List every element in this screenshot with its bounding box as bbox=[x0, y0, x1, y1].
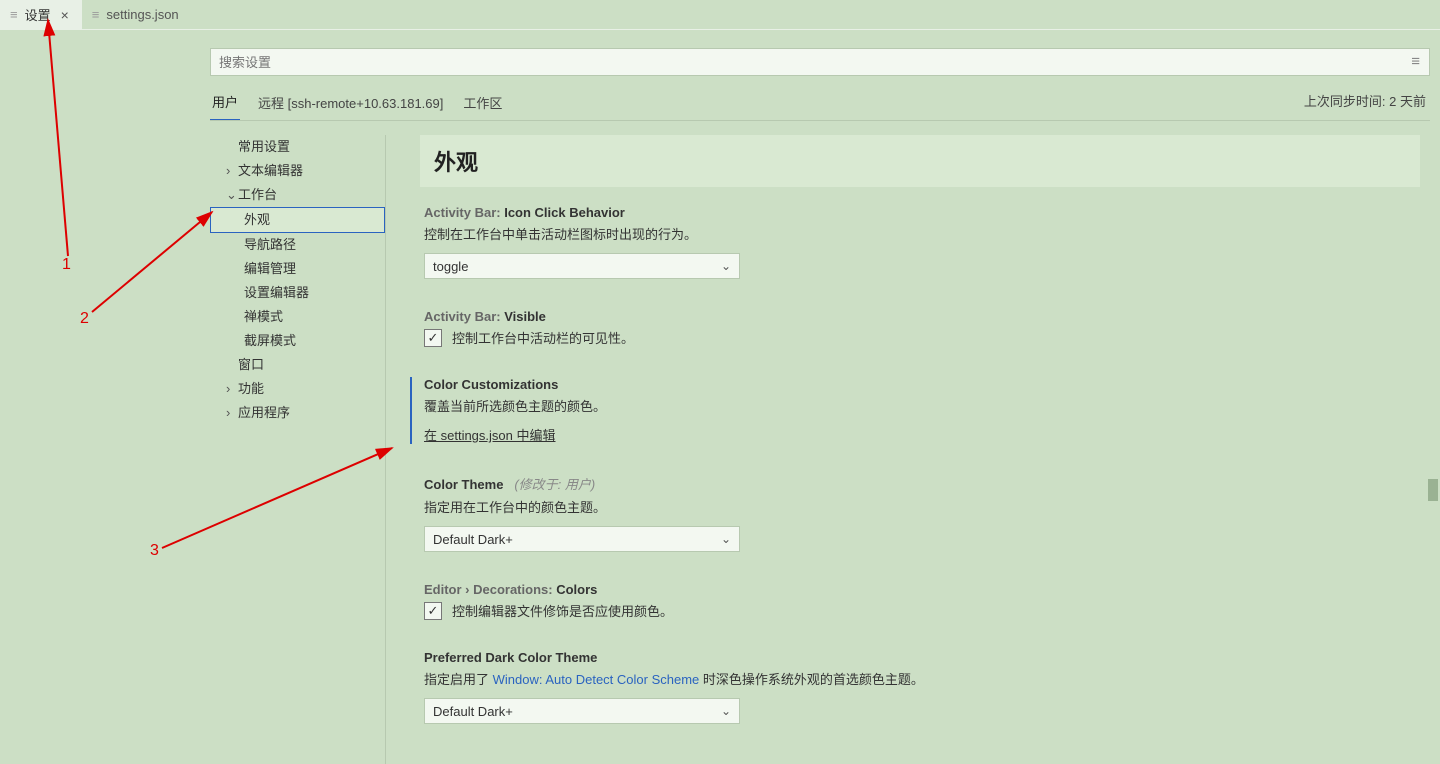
setting-desc: 覆盖当前所选颜色主题的颜色。 bbox=[424, 396, 1420, 415]
nav-workbench[interactable]: 工作台 bbox=[210, 183, 385, 207]
tab-bar: ≡ 设置 × ≡ settings.json bbox=[0, 0, 1440, 30]
setting-key: Color Theme bbox=[424, 477, 503, 492]
color-theme-select[interactable]: Default Dark+ ⌄ bbox=[424, 526, 740, 552]
annotation-label-2: 2 bbox=[80, 310, 89, 328]
edit-in-json-link[interactable]: 在 settings.json 中编辑 bbox=[424, 428, 556, 443]
setting-desc: 指定启用了 Window: Auto Detect Color Scheme 时… bbox=[424, 669, 1420, 688]
chevron-down-icon: ⌄ bbox=[721, 532, 731, 546]
scope-user[interactable]: 用户 bbox=[210, 88, 240, 120]
decorations-checkbox[interactable]: ✓ bbox=[424, 602, 442, 620]
setting-desc: 控制在工作台中单击活动栏图标时出现的行为。 bbox=[424, 224, 1420, 243]
scrollbar-thumb[interactable] bbox=[1428, 479, 1438, 501]
settings-nav: 常用设置 文本编辑器 工作台 外观 导航路径 编辑管理 设置编辑器 禅模式 截屏… bbox=[210, 135, 386, 764]
setting-preferred-dark-theme: Preferred Dark Color Theme 指定启用了 Window:… bbox=[420, 650, 1420, 724]
setting-desc: 控制工作台中活动栏的可见性。 bbox=[452, 328, 634, 347]
window-auto-detect-link[interactable]: Window: Auto Detect Color Scheme bbox=[493, 672, 700, 687]
icon-click-select[interactable]: toggle ⌄ bbox=[424, 253, 740, 279]
tab-settings-json[interactable]: ≡ settings.json bbox=[82, 0, 189, 29]
preferred-dark-theme-select[interactable]: Default Dark+ ⌄ bbox=[424, 698, 740, 724]
nav-appearance[interactable]: 外观 bbox=[210, 207, 385, 233]
select-value: Default Dark+ bbox=[433, 532, 513, 547]
setting-prefix: Activity Bar: bbox=[424, 205, 504, 220]
nav-zen[interactable]: 禅模式 bbox=[210, 305, 385, 329]
setting-desc: 控制编辑器文件修饰是否应使用颜色。 bbox=[452, 601, 673, 620]
visible-checkbox[interactable]: ✓ bbox=[424, 329, 442, 347]
setting-desc: 指定用在工作台中的颜色主题。 bbox=[424, 497, 1420, 516]
close-icon[interactable]: × bbox=[58, 7, 72, 23]
filter-icon[interactable]: ≡ bbox=[1411, 53, 1420, 70]
chevron-down-icon: ⌄ bbox=[721, 704, 731, 718]
search-input[interactable] bbox=[210, 48, 1430, 76]
setting-editor-decorations-colors: Editor › Decorations: Colors ✓ 控制编辑器文件修饰… bbox=[420, 582, 1420, 620]
tab-settings[interactable]: ≡ 设置 × bbox=[0, 0, 82, 29]
nav-editor-mgmt[interactable]: 编辑管理 bbox=[210, 257, 385, 281]
nav-applications[interactable]: 应用程序 bbox=[210, 401, 385, 425]
annotation-label-3: 3 bbox=[150, 542, 159, 560]
nav-window[interactable]: 窗口 bbox=[210, 353, 385, 377]
scope-remote[interactable]: 远程 [ssh-remote+10.63.181.69] bbox=[256, 89, 445, 120]
setting-activity-bar-visible: Activity Bar: Visible ✓ 控制工作台中活动栏的可见性。 bbox=[420, 309, 1420, 347]
setting-color-customizations: Color Customizations 覆盖当前所选颜色主题的颜色。 在 se… bbox=[410, 377, 1420, 444]
nav-breadcrumbs[interactable]: 导航路径 bbox=[210, 233, 385, 257]
nav-common[interactable]: 常用设置 bbox=[210, 135, 385, 159]
select-value: toggle bbox=[433, 259, 468, 274]
settings-pane[interactable]: 外观 Activity Bar: Icon Click Behavior 控制在… bbox=[386, 135, 1440, 764]
setting-prefix: Editor › Decorations: bbox=[424, 582, 556, 597]
select-value: Default Dark+ bbox=[433, 704, 513, 719]
nav-settings-editor[interactable]: 设置编辑器 bbox=[210, 281, 385, 305]
setting-key: Color Customizations bbox=[424, 377, 558, 392]
setting-prefix: Activity Bar: bbox=[424, 309, 504, 324]
nav-features[interactable]: 功能 bbox=[210, 377, 385, 401]
tab-label: 设置 bbox=[25, 5, 51, 24]
setting-color-theme: Color Theme (修改于: 用户) 指定用在工作台中的颜色主题。 Def… bbox=[420, 474, 1420, 552]
nav-text-editor[interactable]: 文本编辑器 bbox=[210, 159, 385, 183]
nav-screencast[interactable]: 截屏模式 bbox=[210, 329, 385, 353]
setting-modifier: (修改于: 用户) bbox=[514, 477, 595, 492]
json-file-icon: ≡ bbox=[92, 7, 100, 22]
setting-key: Preferred Dark Color Theme bbox=[424, 650, 597, 665]
setting-key: Icon Click Behavior bbox=[504, 205, 625, 220]
scope-workspace[interactable]: 工作区 bbox=[461, 89, 504, 120]
section-title: 外观 bbox=[420, 135, 1420, 187]
setting-key: Visible bbox=[504, 309, 546, 324]
sync-status[interactable]: 上次同步时间: 2 天前 bbox=[1304, 91, 1430, 118]
settings-file-icon: ≡ bbox=[10, 7, 18, 22]
tab-label: settings.json bbox=[106, 7, 178, 22]
annotation-label-1: 1 bbox=[62, 256, 71, 274]
chevron-down-icon: ⌄ bbox=[721, 259, 731, 273]
scope-tabs: 用户 远程 [ssh-remote+10.63.181.69] 工作区 上次同步… bbox=[210, 88, 1430, 121]
setting-icon-click-behavior: Activity Bar: Icon Click Behavior 控制在工作台… bbox=[420, 205, 1420, 279]
setting-key: Colors bbox=[556, 582, 597, 597]
